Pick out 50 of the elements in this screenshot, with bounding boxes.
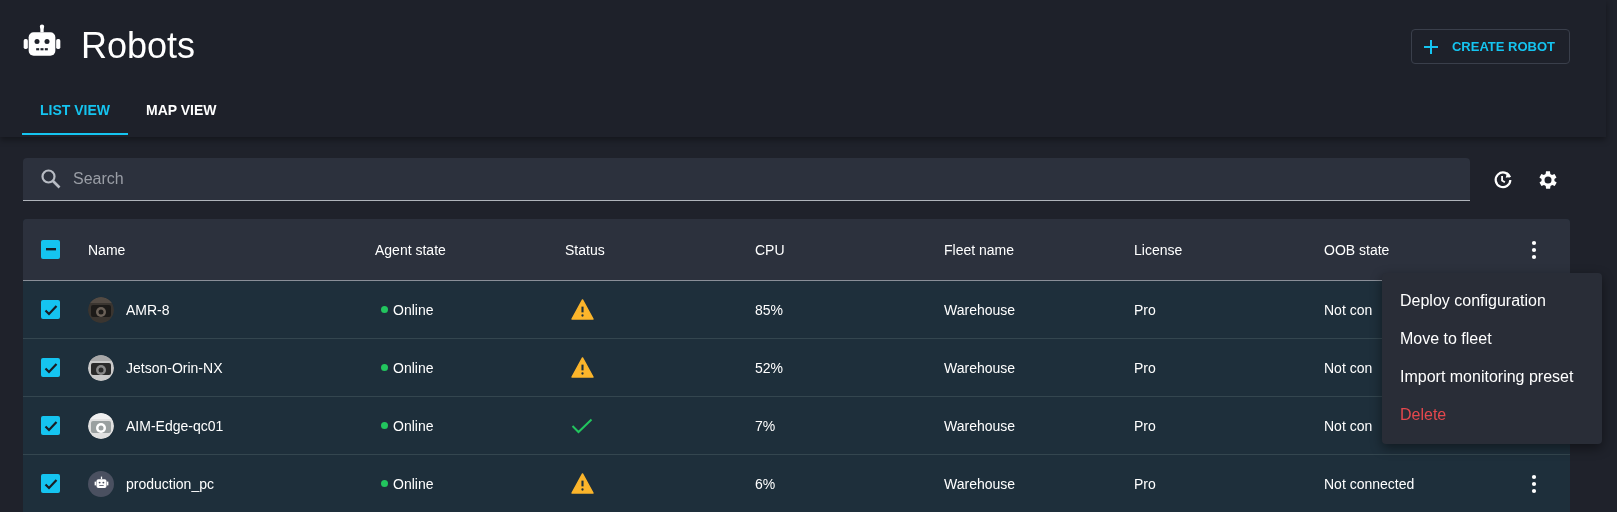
agent-state: Online bbox=[393, 359, 434, 376]
tab[interactable]: LIST VIEW bbox=[22, 88, 128, 135]
plus-icon bbox=[1423, 39, 1438, 54]
search-icon bbox=[39, 167, 63, 191]
column-header: Agent state bbox=[375, 241, 446, 258]
agent-state: Online bbox=[393, 301, 434, 318]
tab[interactable]: MAP VIEW bbox=[128, 88, 235, 135]
robot-name: production_pc bbox=[126, 475, 214, 492]
agent-state: Online bbox=[393, 417, 434, 434]
cpu-usage: 6% bbox=[755, 475, 776, 492]
oob-state: Not connected bbox=[1324, 475, 1415, 492]
column-header: License bbox=[1134, 241, 1183, 258]
page-title: Robots bbox=[81, 25, 196, 67]
select-all-checkbox[interactable] bbox=[41, 240, 60, 259]
cpu-usage: 85% bbox=[755, 301, 784, 318]
fleet-name: Warehouse bbox=[944, 301, 1016, 318]
column-header: Name bbox=[88, 241, 126, 258]
fleet-name: Warehouse bbox=[944, 359, 1016, 376]
menu-item[interactable]: Import monitoring preset bbox=[1382, 358, 1602, 396]
column-header: Status bbox=[565, 241, 605, 258]
history-icon[interactable] bbox=[1492, 168, 1514, 191]
cpu-usage: 52% bbox=[755, 359, 784, 376]
agent-state: Online bbox=[393, 475, 434, 492]
row-checkbox[interactable] bbox=[41, 300, 60, 319]
column-header: Fleet name bbox=[944, 241, 1015, 258]
fleet-name: Warehouse bbox=[944, 417, 1016, 434]
oob-state: Not con bbox=[1324, 301, 1373, 318]
more-options-icon[interactable] bbox=[1531, 239, 1537, 260]
robot-name: AMR-8 bbox=[126, 301, 170, 318]
row-checkbox[interactable] bbox=[41, 474, 60, 493]
more-options-icon[interactable] bbox=[1531, 473, 1537, 494]
menu-item[interactable]: Move to fleet bbox=[1382, 320, 1602, 358]
robot-name: Jetson-Orin-NX bbox=[126, 359, 223, 376]
fleet-name: Warehouse bbox=[944, 475, 1016, 492]
row-checkbox[interactable] bbox=[41, 416, 60, 435]
oob-state: Not con bbox=[1324, 417, 1373, 434]
robot-name: AIM-Edge-qc01 bbox=[126, 417, 224, 434]
column-header: OOB state bbox=[1324, 241, 1390, 258]
license: Pro bbox=[1134, 359, 1156, 376]
column-header: CPU bbox=[755, 241, 785, 258]
cpu-usage: 7% bbox=[755, 417, 776, 434]
oob-state: Not con bbox=[1324, 359, 1373, 376]
license: Pro bbox=[1134, 301, 1156, 318]
minus-icon bbox=[45, 248, 56, 251]
row-checkbox[interactable] bbox=[41, 358, 60, 377]
menu-item[interactable]: Delete bbox=[1382, 396, 1602, 434]
create-robot-button[interactable]: CREATE ROBOT bbox=[1410, 29, 1570, 64]
license: Pro bbox=[1134, 417, 1156, 434]
menu-item[interactable]: Deploy configuration bbox=[1382, 282, 1602, 320]
license: Pro bbox=[1134, 475, 1156, 492]
